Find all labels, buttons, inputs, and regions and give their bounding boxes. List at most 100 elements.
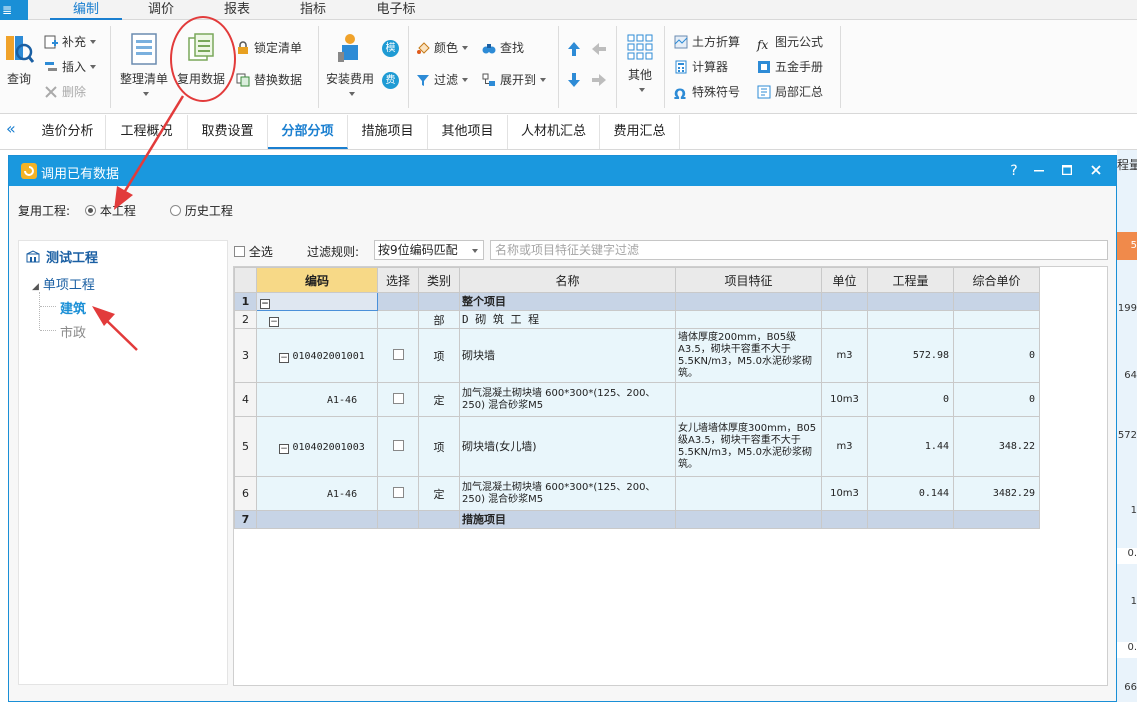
tab-project-overview[interactable]: 工程概况 (106, 115, 188, 149)
type-cell: 项 (418, 328, 460, 383)
arrow-right-icon[interactable] (591, 73, 607, 87)
code-cell[interactable]: A1-46 (256, 382, 378, 417)
tab-fee-settings[interactable]: 取费设置 (188, 115, 268, 149)
code-cell[interactable]: − 010402001001 (256, 328, 378, 383)
filter-button[interactable]: 过滤 (416, 70, 469, 90)
table-row[interactable]: 7 措施项目 (234, 510, 1040, 529)
expand-to-button[interactable]: 展开到 (482, 70, 547, 90)
radio-history-project[interactable]: 历史工程 (170, 202, 233, 219)
other-button[interactable]: 其他 (622, 34, 658, 97)
fei-button[interactable]: 费 (382, 72, 399, 89)
code-cell[interactable]: A1-46 (256, 476, 378, 511)
help-button[interactable]: ? (1001, 156, 1027, 186)
select-cell[interactable] (377, 382, 419, 417)
code-cell[interactable]: − 010402001003 (256, 416, 378, 477)
checkbox-icon[interactable] (392, 440, 404, 451)
dialog-title-bar[interactable]: 调用已有数据 (9, 156, 1116, 186)
filter-keyword-input[interactable] (490, 240, 1108, 260)
insert-button[interactable]: 插入 (44, 57, 97, 77)
row-number: 5 (234, 416, 257, 477)
select-cell[interactable] (377, 328, 419, 383)
table-row[interactable]: 4 A1-46 定 加气混凝土砌块墙 600*300*(125、200、250)… (234, 382, 1040, 417)
tab-cost-analysis[interactable]: 造价分析 (30, 115, 106, 149)
table-row[interactable]: 2 − 部 D 砌 筑 工 程 (234, 310, 1040, 329)
code-value: A1-46 (327, 489, 358, 500)
code-cell[interactable] (256, 510, 378, 529)
chevron-down-icon (462, 46, 469, 50)
menu-tab-edit[interactable]: 编制 (50, 0, 122, 20)
select-cell[interactable] (377, 416, 419, 477)
calculator-button[interactable]: 计算器 (674, 57, 728, 77)
delete-button[interactable]: 删除 (44, 82, 86, 102)
menu-tab-e-bid[interactable]: 电子标 (360, 0, 432, 20)
header-unit[interactable]: 单位 (821, 267, 868, 293)
table-row[interactable]: 1 − 整个项目 (234, 292, 1040, 311)
tree-group-label: 单项工程 (42, 278, 95, 293)
formula-button[interactable]: fx 图元公式 (757, 32, 823, 52)
quantity-cell: 1.44 (867, 416, 954, 477)
feature-cell: 女儿墙墙体厚度300mm，B05级A3.5，砌块干容重不大于5.5KN/m3，M… (675, 416, 822, 477)
radio-current-project[interactable]: 本工程 (85, 202, 136, 219)
menu-tab-report[interactable]: 报表 (208, 0, 266, 20)
search-button[interactable]: 查找 (482, 38, 524, 58)
partial-summary-button[interactable]: 局部汇总 (757, 82, 823, 102)
tab-measures[interactable]: 措施项目 (348, 115, 428, 149)
code-cell[interactable]: − (256, 310, 378, 329)
install-fee-button[interactable]: 安装费用 (324, 32, 376, 101)
collapse-icon[interactable]: − (269, 316, 279, 327)
hardware-manual-button[interactable]: 五金手册 (757, 57, 823, 77)
checkbox-icon[interactable] (392, 349, 404, 360)
app-menu-button[interactable]: ≣ (0, 0, 28, 20)
menu-tab-index[interactable]: 指标 (284, 0, 342, 20)
tree-group[interactable]: ◢ 单项工程 (32, 274, 95, 293)
special-symbol-button[interactable]: Ω 特殊符号 (674, 82, 740, 102)
header-feature[interactable]: 项目特征 (675, 267, 822, 293)
checkbox-icon[interactable] (392, 487, 404, 498)
table-row[interactable]: 6 A1-46 定 加气混凝土砌块墙 600*300*(125、200、250)… (234, 476, 1040, 511)
maximize-button[interactable] (1054, 156, 1080, 186)
unit-cell: 10m3 (821, 382, 868, 417)
earthwork-button[interactable]: 土方折算 (674, 32, 740, 52)
table-row[interactable]: 3 − 010402001001 项 砌块墙 墙体厚度200mm，B05级A3.… (234, 328, 1040, 383)
header-type[interactable]: 类别 (418, 267, 460, 293)
lock-list-button[interactable]: 锁定清单 (236, 38, 302, 58)
code-cell[interactable]: − (256, 292, 378, 311)
tab-other-items[interactable]: 其他项目 (428, 115, 508, 149)
tree-root[interactable]: 测试工程 (26, 247, 98, 266)
table-row[interactable]: 5 − 010402001003 项 砌块墙(女儿墙) 女儿墙墙体厚度300mm… (234, 416, 1040, 477)
select-cell[interactable] (377, 476, 419, 511)
close-button[interactable] (1083, 156, 1109, 186)
tree-item-municipal[interactable]: 市政 (60, 322, 86, 341)
feature-cell (675, 476, 822, 511)
filter-rule-select[interactable]: 按9位编码匹配 (374, 240, 484, 260)
collapse-panel-icon[interactable]: « (6, 119, 16, 138)
select-all-checkbox[interactable]: 全选 (234, 243, 273, 260)
mo-button[interactable]: 模 (382, 40, 399, 57)
collapse-icon[interactable]: − (260, 298, 270, 309)
supplement-button[interactable]: 补充 (44, 32, 97, 52)
organize-list-button[interactable]: 整理清单 (118, 32, 170, 101)
collapse-icon[interactable]: − (279, 443, 289, 454)
header-unit-price[interactable]: 综合单价 (953, 267, 1040, 293)
minimize-button[interactable] (1026, 156, 1052, 186)
header-quantity[interactable]: 工程量 (867, 267, 954, 293)
background-cell: 5 (1117, 232, 1137, 260)
query-button[interactable]: 查询 (2, 32, 36, 87)
paint-bucket-icon (417, 42, 430, 54)
arrow-up-icon[interactable] (567, 41, 581, 57)
replace-data-button[interactable]: 替换数据 (236, 70, 302, 90)
tab-sub-items[interactable]: 分部分项 (268, 115, 348, 149)
annotation-circle (170, 16, 236, 102)
arrow-down-icon[interactable] (567, 72, 581, 88)
header-select[interactable]: 选择 (377, 267, 419, 293)
header-code[interactable]: 编码 (256, 267, 378, 293)
header-name[interactable]: 名称 (459, 267, 676, 293)
checkbox-icon[interactable] (392, 393, 404, 404)
tab-labor-material-summary[interactable]: 人材机汇总 (508, 115, 600, 149)
tree-item-construction[interactable]: 建筑 (60, 298, 86, 317)
color-button[interactable]: 颜色 (416, 38, 469, 58)
tab-fee-summary[interactable]: 费用汇总 (600, 115, 680, 149)
menu-tab-adjust-price[interactable]: 调价 (132, 0, 190, 20)
collapse-icon[interactable]: − (279, 352, 289, 363)
arrow-left-icon[interactable] (591, 42, 607, 56)
